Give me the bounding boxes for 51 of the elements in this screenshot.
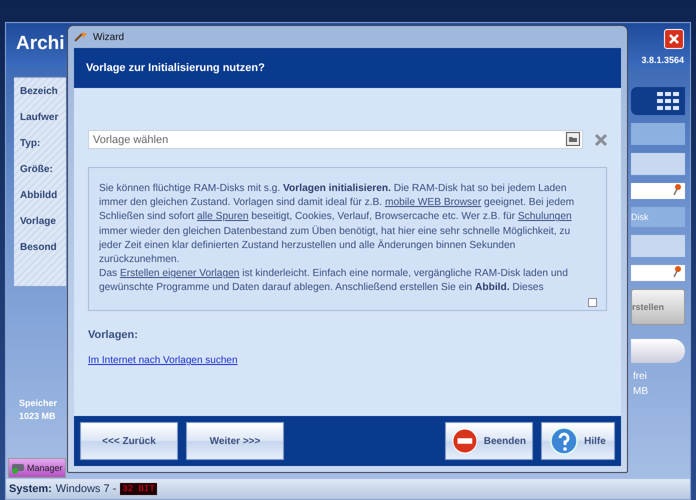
help-button[interactable]: Hilfe [541, 422, 615, 460]
close-icon [669, 34, 679, 44]
os-version: Windows 7 - [56, 483, 116, 495]
window-title: Wizard [93, 32, 124, 42]
folder-icon[interactable] [566, 132, 580, 146]
status-label: System: [9, 483, 52, 495]
memory-value: 1023 MB [19, 411, 57, 421]
dialog-heading: Vorlage zur Initialisierung nutzen? [74, 48, 621, 88]
nav-button[interactable]: Weiter >>> [186, 422, 284, 460]
no-entry-icon [452, 427, 478, 455]
field-label: Laufwer [20, 112, 58, 125]
clear-icon[interactable] [595, 134, 607, 146]
description-text: Sie können flüchtige RAM-Disks mit s.g. Vorlagen initialisieren. Die RAM-Disk hat so bei jedem Laden immer den gleichen Zustand. Vorlagen sind damit ideal für z.B. mobile WEB Browser geeignet. Bei jedem Schließen sind sofort alle Spuren beseitigt, Cookies, Verlauf, Browsercache etc. Wer z.B. für Schulungen immer wieder den gleichen Datenbestand zum Üben benötigt, hat hier eine sehr schnelle Möglichkeit, zu jeder Zeit einen klar definierten Zustand herzustellen und alle Änderungen binnen Sekunden zurückzunehmen. [99, 182, 576, 268]
field-label: Typ: [20, 138, 40, 151]
drive-icon [11, 462, 25, 474]
nav-button[interactable]: <<< Zurück [80, 422, 178, 460]
memory-bar [631, 339, 685, 363]
free-label: frei [633, 371, 648, 382]
inline-link[interactable]: mobile WEB Browser [384, 197, 482, 208]
disk-header: Disk [631, 207, 685, 227]
field-label: Bezeich [20, 86, 58, 99]
app-title: Archi [16, 33, 65, 55]
free-value: MB [633, 386, 649, 397]
field-label: Besond [20, 242, 57, 255]
input-field[interactable] [631, 265, 685, 281]
pin-icon [673, 183, 681, 195]
help-icon [550, 427, 578, 455]
view-toggle-button[interactable] [631, 87, 685, 115]
pin-icon [673, 265, 681, 277]
inline-link[interactable]: Erstellen eigener Vorlagen [120, 268, 240, 280]
inline-link[interactable]: alle Spuren [196, 211, 249, 222]
manager-tab[interactable]: Manager [8, 458, 66, 478]
input-field[interactable] [631, 183, 685, 199]
table-header-row [631, 123, 685, 145]
grid-icon [657, 92, 679, 110]
bit-badge: 32 BIT [120, 483, 157, 495]
inline-link[interactable]: Schulungen [518, 211, 572, 222]
search-templates-link[interactable]: Im Internet nach Vorlagen suchen [88, 355, 238, 366]
templates-label: Vorlagen: [88, 329, 139, 341]
wizard-icon [74, 31, 88, 43]
create-button[interactable]: rstellen [631, 289, 685, 325]
field-label: Vorlage [20, 216, 56, 229]
field-label: Abbildd [20, 190, 58, 203]
description-text: Das Erstellen eigener Vorlagen ist kinderleicht. Einfach eine normale, vergängliche RAM-Disk laden und gewünschte Programme und Daten darauf ablegen. Anschließend erstellen Sie ein Abbild. Dieses [99, 267, 569, 296]
close-button[interactable] [664, 29, 684, 49]
memory-label: Speicher [19, 398, 58, 408]
version-label: 3.8.1.3564 [641, 55, 684, 65]
field-label: Größe: [20, 164, 53, 177]
scroll-down-button[interactable] [588, 298, 597, 307]
quit-button[interactable]: Beenden [445, 422, 533, 460]
template-field[interactable]: Vorlage wählen [88, 130, 583, 149]
